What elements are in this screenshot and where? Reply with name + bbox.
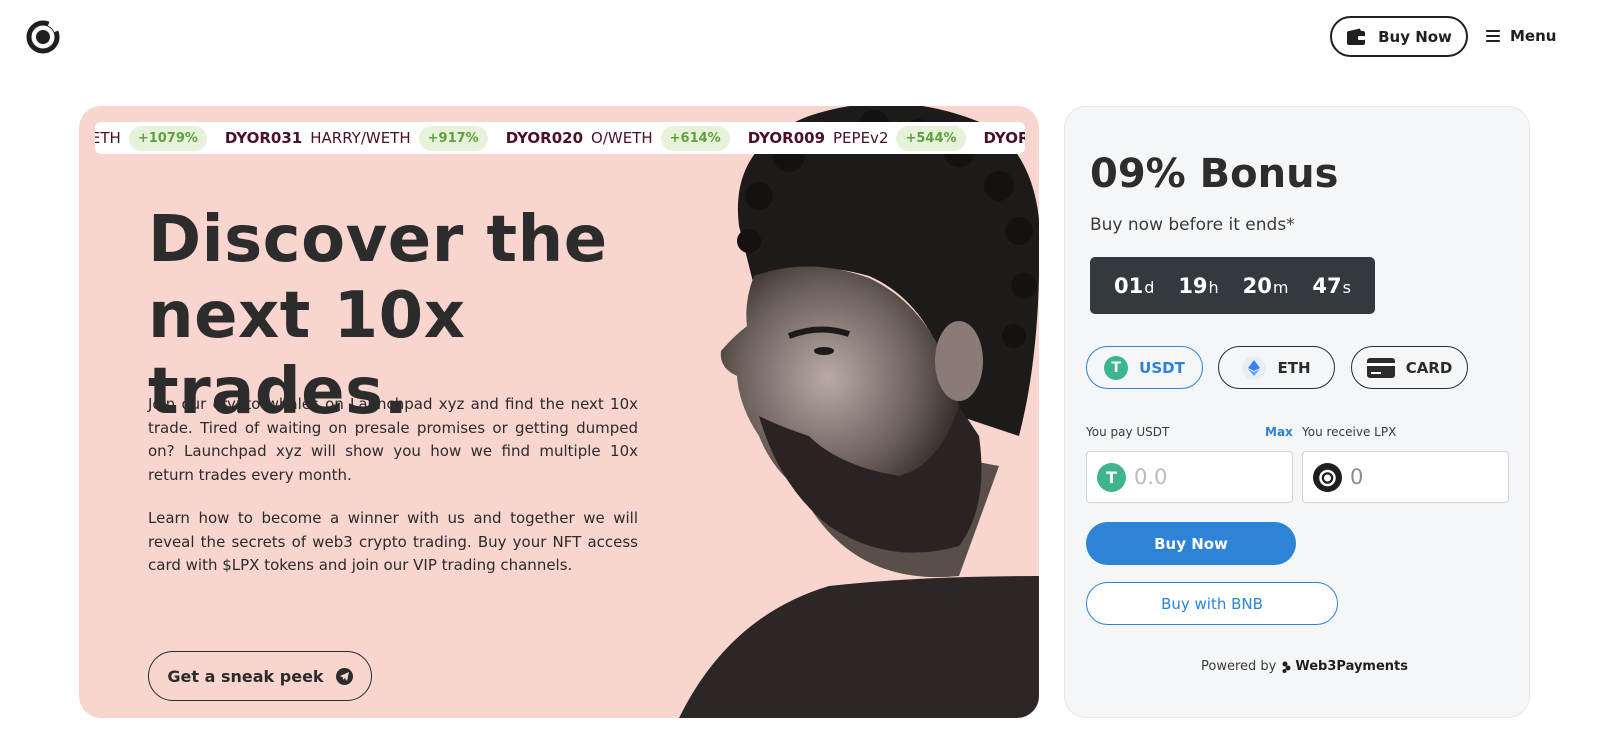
- purchase-panel: 09% Bonus Buy now before it ends* 01 d 19…: [1064, 106, 1530, 718]
- sneak-peek-button[interactable]: Get a sneak peek: [148, 651, 372, 701]
- countdown-minutes: 20 m: [1242, 273, 1289, 298]
- ticker-item[interactable]: DYOR020 O/WETH +614%: [505, 125, 730, 151]
- countdown-seconds: 47 s: [1312, 273, 1351, 298]
- countdown-timer: 01 d 19 h 20 m 47 s: [1090, 257, 1375, 314]
- ticker-percent: +1079%: [128, 125, 207, 151]
- ticker-pair: PEPEv2: [833, 129, 889, 147]
- ticker-code: DYOR031: [224, 129, 303, 147]
- ticker-percent: +917%: [418, 125, 488, 151]
- launchpad-logo[interactable]: [25, 18, 61, 54]
- currency-card-label: CARD: [1405, 358, 1453, 377]
- hero-section: /WETH +1079% DYOR031 HARRY/WETH +917% DY…: [79, 106, 1039, 718]
- currency-eth-button[interactable]: ETH: [1218, 346, 1335, 389]
- pay-amount-input[interactable]: [1134, 465, 1274, 489]
- usdt-icon: T: [1097, 462, 1126, 492]
- ticker-code: DYOR020: [505, 129, 584, 147]
- bonus-title: 09% Bonus: [1090, 151, 1339, 197]
- ticker-pair: /WETH: [95, 129, 121, 147]
- currency-eth-label: ETH: [1277, 358, 1311, 377]
- credit-card-icon: [1366, 357, 1395, 378]
- bonus-subtitle: Buy now before it ends*: [1090, 215, 1295, 235]
- max-button[interactable]: Max: [1265, 425, 1293, 439]
- buy-with-bnb-button[interactable]: Buy with BNB: [1086, 582, 1338, 625]
- pay-field: T: [1086, 451, 1293, 503]
- currency-usdt-label: USDT: [1139, 358, 1185, 377]
- header-buy-now-button[interactable]: Buy Now: [1330, 16, 1468, 57]
- ticker-track: /WETH +1079% DYOR031 HARRY/WETH +917% DY…: [95, 125, 1025, 151]
- ticker-code: DYOR001: [983, 129, 1025, 147]
- hero-paragraph-1: Join our crypto whales on Launchpad xyz …: [148, 395, 638, 484]
- ticker-bar: /WETH +1079% DYOR031 HARRY/WETH +917% DY…: [95, 122, 1025, 154]
- countdown-hours: 19 h: [1178, 273, 1219, 298]
- web3payments-label: Web3Payments: [1295, 659, 1408, 674]
- pay-label: You pay USDT: [1086, 425, 1170, 439]
- ticker-item[interactable]: DYOR009 PEPEv2 +544%: [747, 125, 966, 151]
- menu-label: Menu: [1510, 27, 1557, 45]
- menu-button[interactable]: Menu: [1486, 23, 1556, 49]
- powered-by-label: Powered by: [1201, 659, 1277, 674]
- usdt-icon: T: [1104, 355, 1129, 380]
- ticker-item[interactable]: /WETH +1079%: [95, 125, 207, 151]
- ticker-percent: +614%: [660, 125, 730, 151]
- currency-usdt-button[interactable]: T USDT: [1086, 346, 1203, 389]
- ticker-pair: HARRY/WETH: [310, 129, 411, 147]
- ticker-item[interactable]: DYOR031 HARRY/WETH +917%: [224, 125, 488, 151]
- countdown-days: 01 d: [1113, 273, 1155, 298]
- hamburger-icon: [1486, 30, 1500, 42]
- web3payments-icon: [1282, 661, 1291, 673]
- receive-amount-input[interactable]: [1350, 465, 1490, 489]
- receive-label: You receive LPX: [1302, 425, 1397, 439]
- ticker-pair: O/WETH: [591, 129, 653, 147]
- bearded-man-portrait: [679, 106, 1039, 718]
- ticker-item[interactable]: DYOR001 GE: [984, 129, 1025, 147]
- hero-paragraph-2: Learn how to become a winner with us and…: [148, 509, 638, 574]
- lpx-token-icon: [1313, 462, 1342, 492]
- ticker-percent: +544%: [896, 125, 966, 151]
- header-buy-label: Buy Now: [1378, 27, 1452, 46]
- hero-title-line1: Discover the: [148, 203, 608, 277]
- currency-card-button[interactable]: CARD: [1351, 346, 1468, 389]
- eth-icon: [1242, 355, 1267, 380]
- wallet-icon: [1347, 28, 1366, 45]
- powered-by: Powered by Web3Payments: [1201, 659, 1408, 674]
- buy-now-button[interactable]: Buy Now: [1086, 522, 1296, 565]
- web3payments-brand[interactable]: Web3Payments: [1282, 659, 1408, 674]
- receive-field: [1302, 451, 1509, 503]
- sneak-peek-label: Get a sneak peek: [167, 666, 324, 686]
- telegram-icon: [335, 667, 353, 685]
- ticker-code: DYOR009: [747, 129, 826, 147]
